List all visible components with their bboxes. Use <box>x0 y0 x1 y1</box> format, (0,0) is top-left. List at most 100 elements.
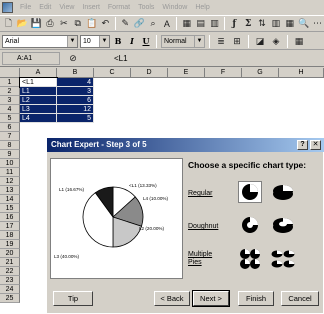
style-combo[interactable]: Normal ▼ <box>161 34 205 48</box>
next-button[interactable]: Next > <box>192 290 230 307</box>
column-header[interactable]: A <box>20 68 57 78</box>
insert-table-icon[interactable]: ▦ <box>180 17 193 31</box>
chevron-down-icon[interactable]: ▼ <box>194 35 204 47</box>
row-header[interactable]: 1 <box>0 78 20 87</box>
font-color-icon[interactable]: ◈ <box>269 34 283 48</box>
save-icon[interactable]: 💾 <box>30 17 43 31</box>
cancel-button[interactable]: Cancel <box>281 291 319 306</box>
italic-button[interactable]: I <box>126 35 138 48</box>
row-header[interactable]: 23 <box>0 276 20 285</box>
copy-icon[interactable]: ⧉ <box>71 17 84 31</box>
text-box-icon[interactable]: A <box>160 17 173 31</box>
cell-a1[interactable]: <L1 <box>19 77 58 88</box>
row-header[interactable]: 7 <box>0 132 20 141</box>
row-header[interactable]: 10 <box>0 159 20 168</box>
find-icon[interactable]: ⌕ <box>147 17 160 31</box>
merge-icon[interactable]: ⊞ <box>230 34 244 48</box>
column-header[interactable]: E <box>168 68 205 78</box>
back-button[interactable]: < Back <box>154 291 190 306</box>
menu-insert[interactable]: Insert <box>78 4 104 11</box>
regular-3d-pie-option[interactable] <box>271 181 295 203</box>
menu-edit[interactable]: Edit <box>35 4 55 11</box>
row-header[interactable]: 9 <box>0 150 20 159</box>
row-header[interactable]: 4 <box>0 105 20 114</box>
finish-button[interactable]: Finish <box>238 291 274 306</box>
column-header[interactable]: D <box>131 68 168 78</box>
cell-b5[interactable]: 5 <box>57 114 94 123</box>
undo-icon[interactable]: ↶ <box>99 17 112 31</box>
menu-help[interactable]: Help <box>191 4 213 11</box>
column-header[interactable]: B <box>57 68 94 78</box>
font-name-combo[interactable]: Arial ▼ <box>2 34 78 48</box>
column-header[interactable]: H <box>279 68 324 78</box>
row-header[interactable]: 25 <box>0 294 20 303</box>
row-header[interactable]: 2 <box>0 87 20 96</box>
bold-button[interactable]: B <box>112 35 124 48</box>
close-icon[interactable]: ✕ <box>310 140 321 150</box>
menu-tools[interactable]: Tools <box>134 4 158 11</box>
grid-icon[interactable]: ▦ <box>283 17 296 31</box>
print-icon[interactable]: ⎙ <box>44 17 57 31</box>
regular-pie-option[interactable] <box>238 181 262 203</box>
row-header[interactable]: 12 <box>0 177 20 186</box>
row-header[interactable]: 19 <box>0 240 20 249</box>
row-header[interactable]: 18 <box>0 231 20 240</box>
open-folder-icon[interactable]: 📂 <box>16 17 29 31</box>
multiple-pies-option[interactable] <box>238 248 262 270</box>
autosum-icon[interactable]: Σ <box>242 17 255 31</box>
cell-b1[interactable]: 4 <box>57 78 94 87</box>
menu-window[interactable]: Window <box>158 4 191 11</box>
name-box[interactable]: A:A1 <box>2 52 60 65</box>
row-header[interactable]: 14 <box>0 195 20 204</box>
row-header[interactable]: 13 <box>0 186 20 195</box>
menu-format[interactable]: Format <box>104 4 134 11</box>
chevron-down-icon[interactable]: ▼ <box>99 35 109 47</box>
fill-color-icon[interactable]: ◪ <box>253 34 267 48</box>
cell-a3[interactable]: L2 <box>20 96 57 105</box>
cut-icon[interactable]: ✂ <box>57 17 70 31</box>
multiple-pies-3d-option[interactable] <box>271 248 295 270</box>
row-header[interactable]: 5 <box>0 114 20 123</box>
underline-button[interactable]: U <box>140 35 152 48</box>
font-size-combo[interactable]: 10 ▼ <box>80 34 110 48</box>
cancel-edit-icon[interactable]: ⊘ <box>66 52 80 66</box>
tip-button[interactable]: Tip <box>53 291 93 306</box>
hyperlink-icon[interactable]: 🔗 <box>133 17 146 31</box>
row-header[interactable]: 22 <box>0 267 20 276</box>
column-header[interactable]: C <box>94 68 131 78</box>
row-header[interactable]: 8 <box>0 141 20 150</box>
column-header[interactable]: G <box>242 68 279 78</box>
table-format-icon[interactable]: ▦ <box>292 34 306 48</box>
help-icon[interactable]: ? <box>297 140 308 150</box>
new-file-icon[interactable]: 🗋 <box>2 17 15 31</box>
chevron-down-icon[interactable]: ▼ <box>67 35 77 47</box>
cell-b4[interactable]: 12 <box>57 105 94 114</box>
format-painter-icon[interactable]: ✎ <box>119 17 132 31</box>
column-header[interactable]: F <box>205 68 242 78</box>
select-all-corner[interactable] <box>0 68 20 78</box>
row-header[interactable]: 3 <box>0 96 20 105</box>
cell-a4[interactable]: L3 <box>20 105 57 114</box>
zoom-icon[interactable]: 🔍 <box>297 17 310 31</box>
row-header[interactable]: 16 <box>0 213 20 222</box>
row-header[interactable]: 15 <box>0 204 20 213</box>
cell-a2[interactable]: L1 <box>20 87 57 96</box>
insert-column-icon[interactable]: ▥ <box>208 17 221 31</box>
chart-icon[interactable]: ▥ <box>269 17 282 31</box>
more-tools-icon[interactable]: ⋯ <box>311 17 324 31</box>
row-header[interactable]: 6 <box>0 123 20 132</box>
function-icon[interactable]: ƒ <box>228 17 241 31</box>
row-header[interactable]: 21 <box>0 258 20 267</box>
cell-b3[interactable]: 6 <box>57 96 94 105</box>
menu-view[interactable]: View <box>55 4 78 11</box>
paste-icon[interactable]: 📋 <box>85 17 98 31</box>
menu-file[interactable]: File <box>16 4 35 11</box>
insert-row-icon[interactable]: ▤ <box>194 17 207 31</box>
cell-b2[interactable]: 3 <box>57 87 94 96</box>
row-header[interactable]: 20 <box>0 249 20 258</box>
row-header[interactable]: 17 <box>0 222 20 231</box>
row-header[interactable]: 24 <box>0 285 20 294</box>
align-icon[interactable]: ≣ <box>214 34 228 48</box>
cell-a5[interactable]: L4 <box>20 114 57 123</box>
sort-icon[interactable]: ⇅ <box>256 17 269 31</box>
